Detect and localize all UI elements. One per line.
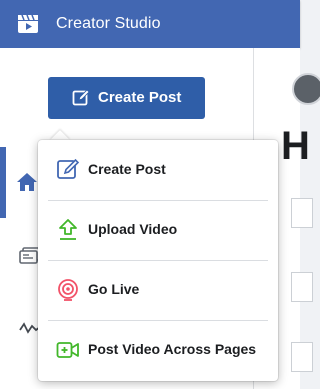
menu-item-label: Go Live bbox=[88, 281, 140, 297]
page-heading: H bbox=[281, 124, 310, 168]
menu-item-post-video-across-pages[interactable]: Post Video Across Pages bbox=[38, 320, 278, 380]
app-title: Creator Studio bbox=[56, 15, 161, 32]
video-pages-icon bbox=[56, 342, 79, 358]
create-post-button[interactable]: Create Post bbox=[48, 77, 205, 119]
avatar[interactable] bbox=[292, 73, 320, 105]
menu-item-create-post[interactable]: Create Post bbox=[38, 140, 278, 200]
sidebar-active-indicator bbox=[0, 147, 6, 218]
content-card bbox=[291, 342, 313, 372]
edit-icon bbox=[72, 89, 90, 106]
menu-item-label: Upload Video bbox=[88, 221, 178, 237]
menu-item-go-live[interactable]: Go Live bbox=[38, 260, 278, 320]
create-post-button-label: Create Post bbox=[98, 89, 182, 106]
menu-item-label: Post Video Across Pages bbox=[88, 341, 257, 357]
home-icon[interactable] bbox=[16, 172, 38, 192]
upload-icon bbox=[59, 219, 77, 240]
content-card bbox=[291, 272, 313, 302]
content-card bbox=[291, 198, 313, 228]
live-icon bbox=[58, 279, 78, 301]
top-bar: Creator Studio bbox=[0, 0, 300, 48]
create-menu: Create Post Upload Video Go Live Post Vi… bbox=[38, 140, 278, 381]
menu-item-label: Create Post bbox=[88, 161, 166, 177]
menu-item-upload-video[interactable]: Upload Video bbox=[38, 200, 278, 260]
edit-icon bbox=[57, 158, 80, 179]
creator-studio-logo-icon[interactable] bbox=[16, 12, 40, 36]
